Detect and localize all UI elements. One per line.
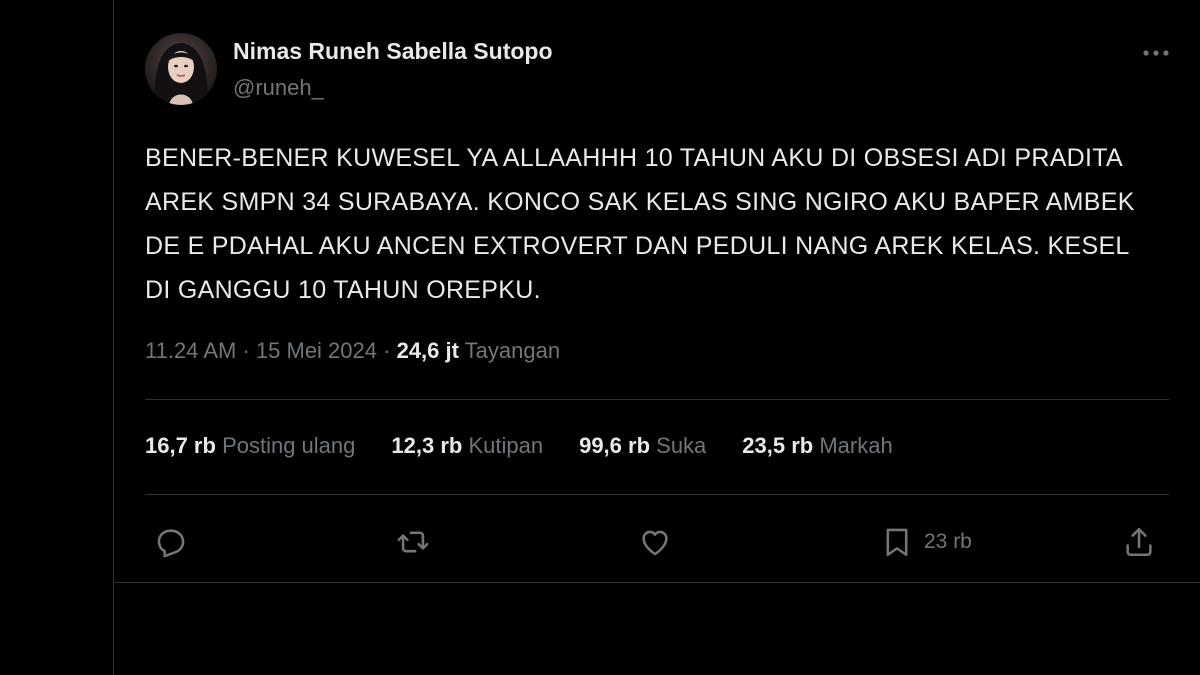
meta-separator: · — [242, 338, 250, 363]
bookmark-icon — [886, 528, 908, 557]
tweet-time[interactable]: 11.24 AM — [145, 338, 236, 363]
bookmark-button[interactable]: 23 rb — [880, 520, 972, 564]
stat-likes[interactable]: 99,6 rb Suka — [579, 433, 706, 459]
stat-count: 99,6 rb — [579, 433, 651, 458]
more-icon — [1143, 50, 1169, 56]
repost-button[interactable] — [396, 520, 430, 564]
stat-quotes[interactable]: 12,3 rb Kutipan — [391, 433, 543, 459]
share-button[interactable] — [1122, 520, 1156, 564]
avatar-image — [145, 33, 217, 105]
reply-icon — [157, 529, 185, 558]
engagement-stats: 16,7 rb Posting ulang 12,3 rb Kutipan 99… — [145, 433, 929, 459]
bookmark-count: 23 rb — [924, 530, 972, 553]
stat-count: 23,5 rb — [742, 433, 814, 458]
stat-count: 12,3 rb — [391, 433, 463, 458]
stat-label: Posting ulang — [222, 433, 356, 458]
author-handle[interactable]: @runeh_ — [233, 75, 324, 101]
tweet: Nimas Runeh Sabella Sutopo @runeh_ BENER… — [114, 0, 1200, 583]
action-bar: 23 rb — [114, 520, 1200, 564]
stat-bookmarks[interactable]: 23,5 rb Markah — [742, 433, 892, 459]
meta-separator: · — [383, 338, 391, 363]
tweet-meta: 11.24 AM · 15 Mei 2024 · 24,6 jt Tayanga… — [145, 338, 560, 364]
views-label: Tayangan — [464, 338, 561, 363]
page: Nimas Runeh Sabella Sutopo @runeh_ BENER… — [0, 0, 1200, 675]
tweet-text: BENER-BENER KUWESEL YA ALLAAHHH 10 TAHUN… — [145, 144, 1135, 304]
reply-button[interactable] — [154, 520, 188, 564]
avatar[interactable] — [145, 33, 217, 105]
stat-label: Kutipan — [468, 433, 544, 458]
heart-icon — [642, 530, 668, 556]
timeline-column: Nimas Runeh Sabella Sutopo @runeh_ BENER… — [113, 0, 1200, 675]
stat-label: Suka — [656, 433, 707, 458]
divider — [145, 399, 1169, 400]
share-icon — [1126, 527, 1152, 557]
like-button[interactable] — [638, 520, 672, 564]
stat-count: 16,7 rb — [145, 433, 216, 458]
tweet-date[interactable]: 15 Mei 2024 — [256, 338, 377, 363]
stat-reposts[interactable]: 16,7 rb Posting ulang — [145, 433, 355, 459]
more-options-button[interactable] — [1139, 38, 1173, 68]
divider — [145, 494, 1169, 495]
repost-icon — [397, 531, 429, 553]
author-name[interactable]: Nimas Runeh Sabella Sutopo — [233, 38, 553, 65]
views-count[interactable]: 24,6 jt — [397, 338, 459, 363]
stat-label: Markah — [819, 433, 893, 458]
